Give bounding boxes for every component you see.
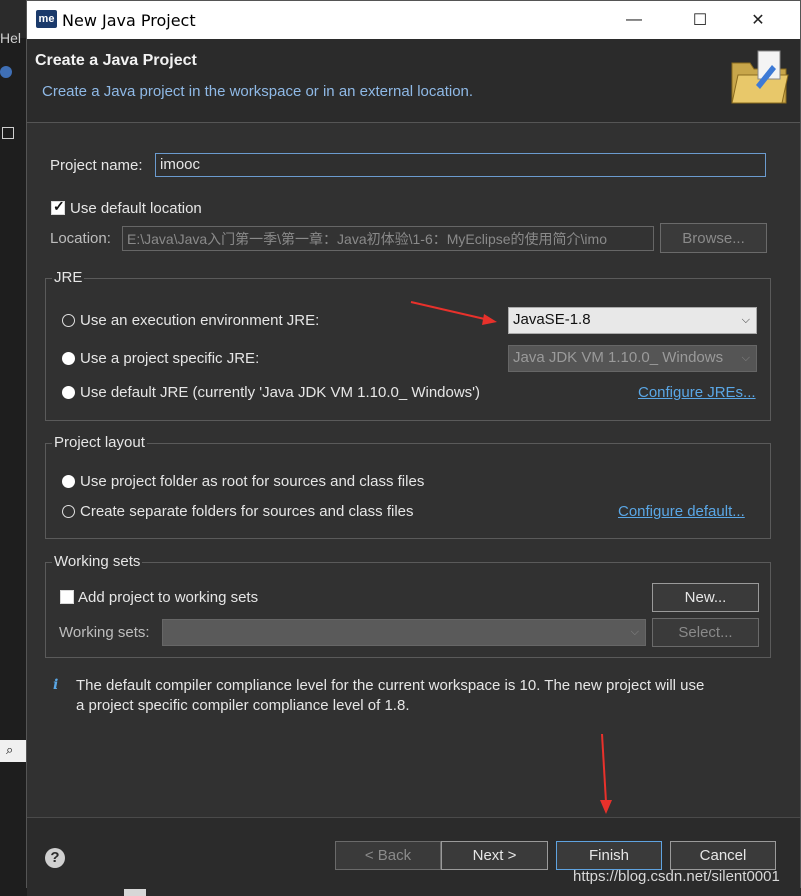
use-default-location-label[interactable]: Use default location	[70, 200, 202, 217]
annotation-arrow-jre	[410, 301, 497, 325]
radio-project-specific[interactable]	[62, 352, 75, 365]
ide-toolbar-icon[interactable]	[0, 66, 12, 78]
default-jre-label[interactable]: Use default JRE (currently 'Java JDK VM …	[80, 384, 480, 401]
help-icon[interactable]: ?	[45, 848, 65, 868]
project-name-label: Project name:	[50, 157, 143, 174]
chevron-down-icon: ⌵	[741, 314, 750, 326]
radio-execution-env[interactable]	[62, 314, 75, 327]
back-button[interactable]: < Back	[335, 841, 441, 870]
ide-search-icon: ⌕	[6, 742, 14, 757]
radio-separate-folders[interactable]	[62, 505, 75, 518]
chevron-down-icon: ⌵	[630, 626, 639, 638]
working-sets-select[interactable]: ⌵	[162, 619, 646, 646]
new-working-set-button[interactable]: New...	[652, 583, 759, 612]
project-layout-group: Project layout	[45, 434, 771, 539]
close-button[interactable]: ✕	[735, 1, 781, 39]
jre-group-title: JRE	[52, 269, 85, 286]
use-default-location-checkbox[interactable]	[51, 198, 65, 215]
radio-default-jre[interactable]	[62, 386, 75, 399]
info-icon: i	[53, 677, 59, 693]
chevron-down-icon: ⌵	[741, 352, 750, 364]
compliance-info-line2: a project specific compiler compliance l…	[76, 697, 410, 714]
browse-button[interactable]: Browse...	[660, 223, 767, 253]
annotation-arrow-finish	[600, 733, 612, 814]
minimize-icon: —	[626, 11, 642, 28]
add-working-sets-label[interactable]: Add project to working sets	[78, 589, 258, 606]
wizard-header: Create a Java Project Create a Java proj…	[27, 39, 800, 123]
watermark-url: https://blog.csdn.net/silent0001	[573, 868, 780, 885]
ide-left-panel	[0, 38, 27, 896]
ide-collapse-icon[interactable]	[2, 127, 14, 139]
separate-folders-label[interactable]: Create separate folders for sources and …	[80, 503, 414, 520]
add-working-sets-checkbox[interactable]	[60, 590, 74, 604]
radio-project-root[interactable]	[62, 475, 75, 488]
project-folder-icon	[731, 50, 789, 104]
minimize-button[interactable]: —	[611, 1, 657, 39]
working-sets-label: Working sets:	[59, 624, 150, 641]
project-root-label[interactable]: Use project folder as root for sources a…	[80, 473, 424, 490]
myeclipse-app-icon: me	[36, 10, 57, 28]
ide-menu-help[interactable]: Hel	[0, 30, 21, 46]
compliance-info-line1: The default compiler compliance level fo…	[76, 677, 705, 694]
select-working-sets-button[interactable]: Select...	[652, 618, 759, 647]
configure-jres-link[interactable]: Configure JREs...	[638, 384, 756, 401]
ide-bottom-tab	[124, 888, 146, 896]
cancel-button[interactable]: Cancel	[670, 841, 776, 870]
location-input[interactable]: E:\Java\Java入门第一季\第一章：Java初体验\1-6：MyEcli…	[122, 226, 654, 251]
new-java-project-dialog: me New Java Project — ☐ ✕ Create a Java …	[26, 0, 801, 889]
next-button[interactable]: Next >	[441, 841, 548, 870]
location-label: Location:	[50, 230, 111, 247]
project-specific-select[interactable]: Java JDK VM 1.10.0_ Windows ⌵	[508, 345, 757, 372]
window-title: New Java Project	[62, 11, 196, 30]
ide-search-tab[interactable]: ⌕	[0, 740, 26, 762]
working-sets-group-title: Working sets	[52, 553, 143, 570]
execution-env-select[interactable]: JavaSE-1.8 ⌵	[508, 307, 757, 334]
project-specific-value: Java JDK VM 1.10.0_ Windows	[513, 349, 724, 366]
execution-env-label[interactable]: Use an execution environment JRE:	[80, 312, 319, 329]
close-icon: ✕	[751, 12, 765, 29]
execution-env-value: JavaSE-1.8	[513, 311, 591, 328]
project-specific-label[interactable]: Use a project specific JRE:	[80, 350, 259, 367]
configure-default-link[interactable]: Configure default...	[618, 503, 745, 520]
wizard-description: Create a Java project in the workspace o…	[42, 83, 474, 100]
project-layout-group-title: Project layout	[52, 434, 147, 451]
project-name-input[interactable]: imooc	[155, 153, 766, 177]
title-bar: me New Java Project — ☐ ✕	[27, 1, 800, 39]
wizard-title: Create a Java Project	[35, 52, 197, 69]
maximize-button[interactable]: ☐	[677, 1, 723, 39]
maximize-icon: ☐	[692, 12, 708, 29]
finish-button[interactable]: Finish	[556, 841, 662, 870]
